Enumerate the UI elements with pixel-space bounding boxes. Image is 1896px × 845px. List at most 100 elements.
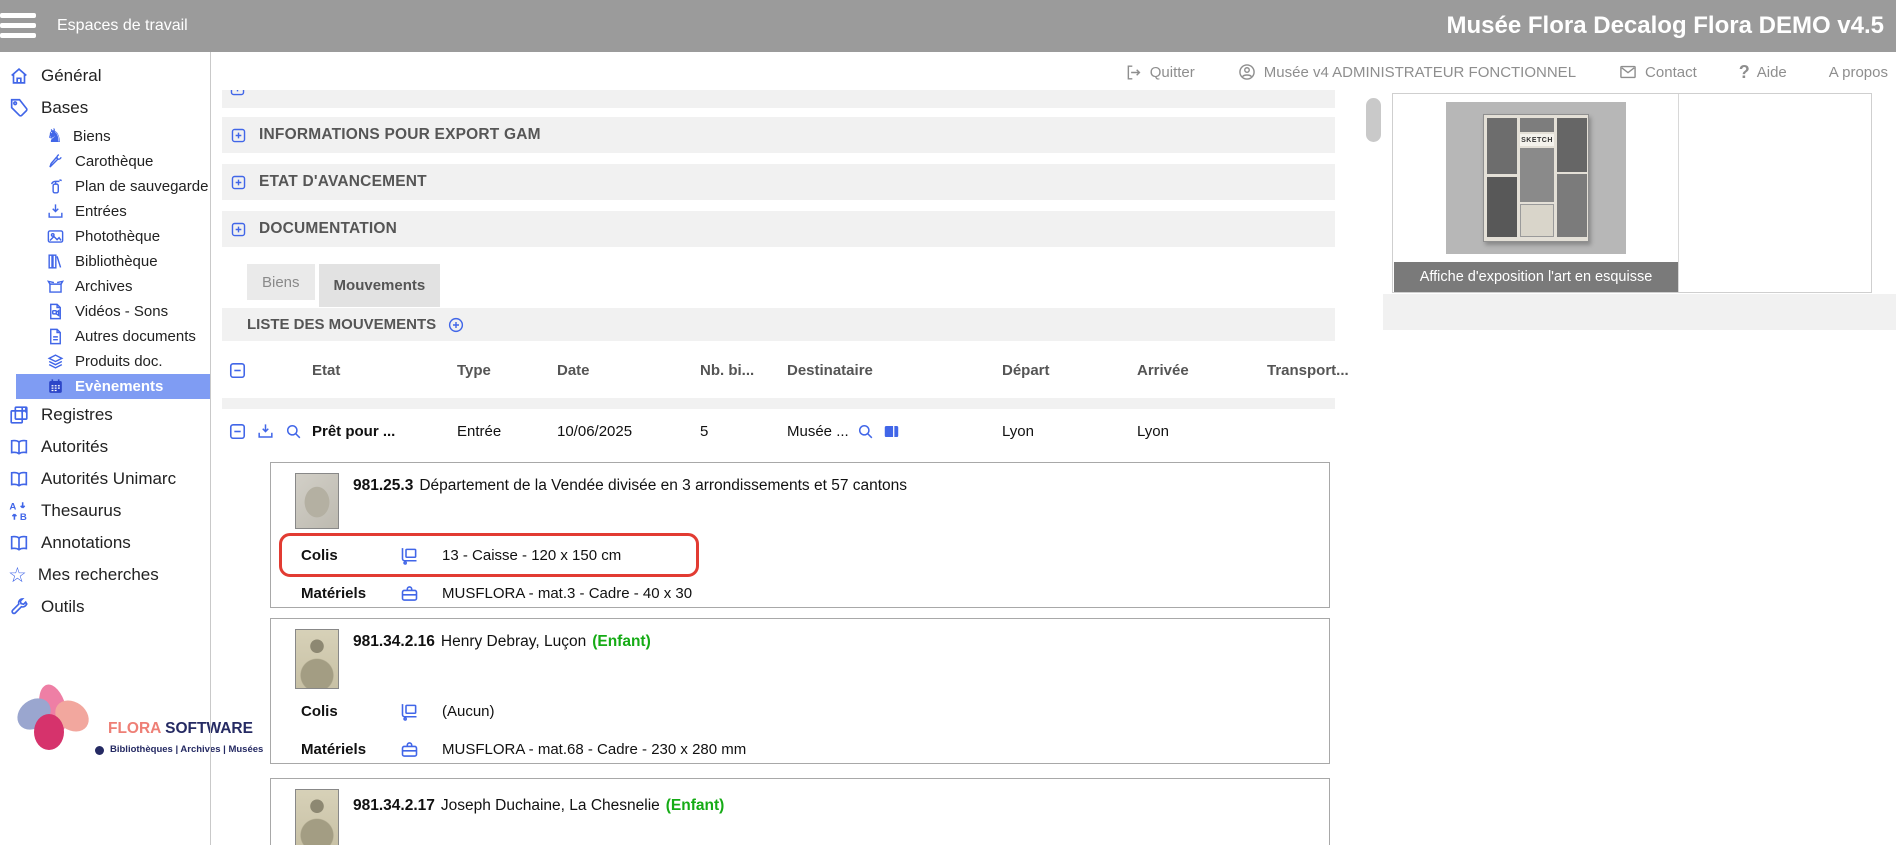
open-book-icon [8,468,30,490]
top-toolbar: Quitter Musée v4 ADMINISTRATEUR FONCTION… [1124,56,1888,88]
poster-title: SKETCH [1520,134,1554,146]
enfant-badge: (Enfant) [592,633,651,650]
media-caption: Affiche d'exposition l'art en esquisse [1394,262,1678,292]
inbox-download-icon [46,202,65,221]
movements-table-header: Etat Type Date Nb. bi... Destinataire Dé… [222,352,1335,388]
colis-value: (Aucun) [442,703,495,720]
expand-plus-icon[interactable] [230,174,247,191]
column-nb-biens: Nb. bi... [700,362,787,379]
list-title: LISTE DES MOUVEMENTS [247,316,436,333]
media-image[interactable]: SKETCH [1394,94,1678,262]
add-movement-button[interactable] [447,316,465,334]
bien-thumbnail[interactable] [295,473,339,529]
colis-row: Colis (Aucun) [301,699,495,723]
poster-photo: SKETCH [1446,102,1626,254]
hamburger-menu-icon[interactable] [0,11,38,41]
sidebar-item-archives[interactable]: Archives [0,274,210,299]
sidebar-item-mes-recherches[interactable]: ☆ Mes recherches [0,559,210,591]
logo-brand: FLORA SOFTWARE [108,720,253,738]
search-icon[interactable] [856,422,875,441]
open-book-icon [8,532,30,554]
workspace-label[interactable]: Espaces de travail [57,0,188,52]
sidebar-item-bibliotheque[interactable]: Bibliothèque [0,249,210,274]
app-header: Espaces de travail Musée Flora Decalog F… [0,0,1896,52]
bien-thumbnail[interactable] [295,629,339,689]
sidebar-item-entrees[interactable]: Entrées [0,199,210,224]
sidebar-item-phototheque[interactable]: Photothèque [0,224,210,249]
bien-card: 981.34.2.16Henry Debray, Luçon(Enfant) C… [270,618,1330,764]
bien-title: 981.34.2.16Henry Debray, Luçon(Enfant) [353,633,651,651]
vertical-scrollbar-thumb[interactable] [1366,98,1381,142]
contact-button[interactable]: Contact [1618,62,1697,82]
question-mark-icon: ? [1739,62,1750,83]
sidebar-item-videos-sons[interactable]: Vidéos - Sons [0,299,210,324]
cell-destinataire: Musée ... [787,423,849,440]
tab-biens[interactable]: Biens [247,264,315,300]
photo-icon [46,227,65,246]
sidebar-item-thesaurus[interactable]: AB Thesaurus [0,495,210,527]
section-documentation[interactable]: DOCUMENTATION [222,211,1335,247]
home-icon [8,65,30,87]
sidebar-item-autorites-unimarc[interactable]: Autorités Unimarc [0,463,210,495]
search-icon[interactable] [284,422,303,441]
enfant-badge: (Enfant) [666,797,725,814]
bien-title: 981.34.2.17Joseph Duchaine, La Chesnelie… [353,797,724,815]
collapse-all-minus-icon[interactable] [228,361,247,380]
toolbox-icon [399,583,420,604]
sidebar-item-carotheque[interactable]: Carothèque [0,149,210,174]
layers-icon [46,352,65,371]
quitter-button[interactable]: Quitter [1124,63,1195,82]
sidebar-item-autres-documents[interactable]: Autres documents [0,324,210,349]
sidebar-item-annotations[interactable]: Annotations [0,527,210,559]
cell-arrivee: Lyon [1137,423,1267,440]
video-file-icon [46,302,65,321]
expand-plus-icon [229,90,246,97]
apropos-button[interactable]: A propos [1829,64,1888,81]
sidebar-item-autorites[interactable]: Autorités [0,431,210,463]
cell-date: 10/06/2025 [557,423,700,440]
expand-plus-icon[interactable] [230,127,247,144]
sidebar: Général Bases ♞ Biens Carothèque Plan de… [0,52,210,845]
record-card-icon[interactable] [882,422,901,441]
sidebar-item-biens[interactable]: ♞ Biens [0,124,210,149]
user-icon [1237,62,1257,82]
download-icon[interactable] [256,422,275,441]
column-etat: Etat [312,362,457,379]
archive-box-icon [46,277,65,296]
sidebar-item-evenements[interactable]: Evènements [16,374,210,399]
svg-text:A: A [9,502,16,513]
column-type: Type [457,362,557,379]
tab-mouvements[interactable]: Mouvements [319,264,441,307]
books-icon [46,252,65,271]
exit-icon [1124,63,1143,82]
sidebar-item-outils[interactable]: Outils [0,591,210,623]
colis-value: 13 - Caisse - 120 x 150 cm [442,547,621,564]
thesaurus-ab-icon: AB [8,500,30,522]
chess-knight-icon: ♞ [46,127,63,146]
aide-button[interactable]: ? Aide [1739,62,1787,83]
registers-icon [8,404,30,426]
trolley-icon [399,545,420,566]
tab-bar: Biens Mouvements [247,264,440,307]
app-title: Musée Flora Decalog Flora DEMO v4.5 [1447,0,1884,52]
table-separator [222,398,1335,409]
sidebar-item-bases[interactable]: Bases [0,92,210,124]
section-informations-export-gam[interactable]: INFORMATIONS POUR EXPORT GAM [222,117,1335,153]
user-menu[interactable]: Musée v4 ADMINISTRATEUR FONCTIONNEL [1237,62,1576,82]
sidebar-item-registres[interactable]: Registres [0,399,210,431]
cell-etat: Prêt pour ... [312,423,457,440]
star-icon: ☆ [8,565,27,586]
section-partial[interactable] [222,90,1335,108]
section-etat-avancement[interactable]: ETAT D'AVANCEMENT [222,164,1335,200]
sidebar-item-produits-doc[interactable]: Produits doc. [0,349,210,374]
bien-thumbnail[interactable] [295,789,339,845]
column-destinataire: Destinataire [787,362,1002,379]
calendar-icon [46,377,65,396]
bien-card: 981.34.2.17Joseph Duchaine, La Chesnelie… [270,778,1330,845]
expand-plus-icon[interactable] [230,221,247,238]
sidebar-item-general[interactable]: Général [0,60,210,92]
collapse-row-minus-icon[interactable] [228,422,247,441]
materiels-row: Matériels MUSFLORA - mat.68 - Cadre - 23… [301,737,746,761]
flora-software-logo: FLORA SOFTWARE Bibliothèques | Archives … [0,684,210,768]
sidebar-item-plan-sauvegarde[interactable]: Plan de sauvegarde [0,174,210,199]
